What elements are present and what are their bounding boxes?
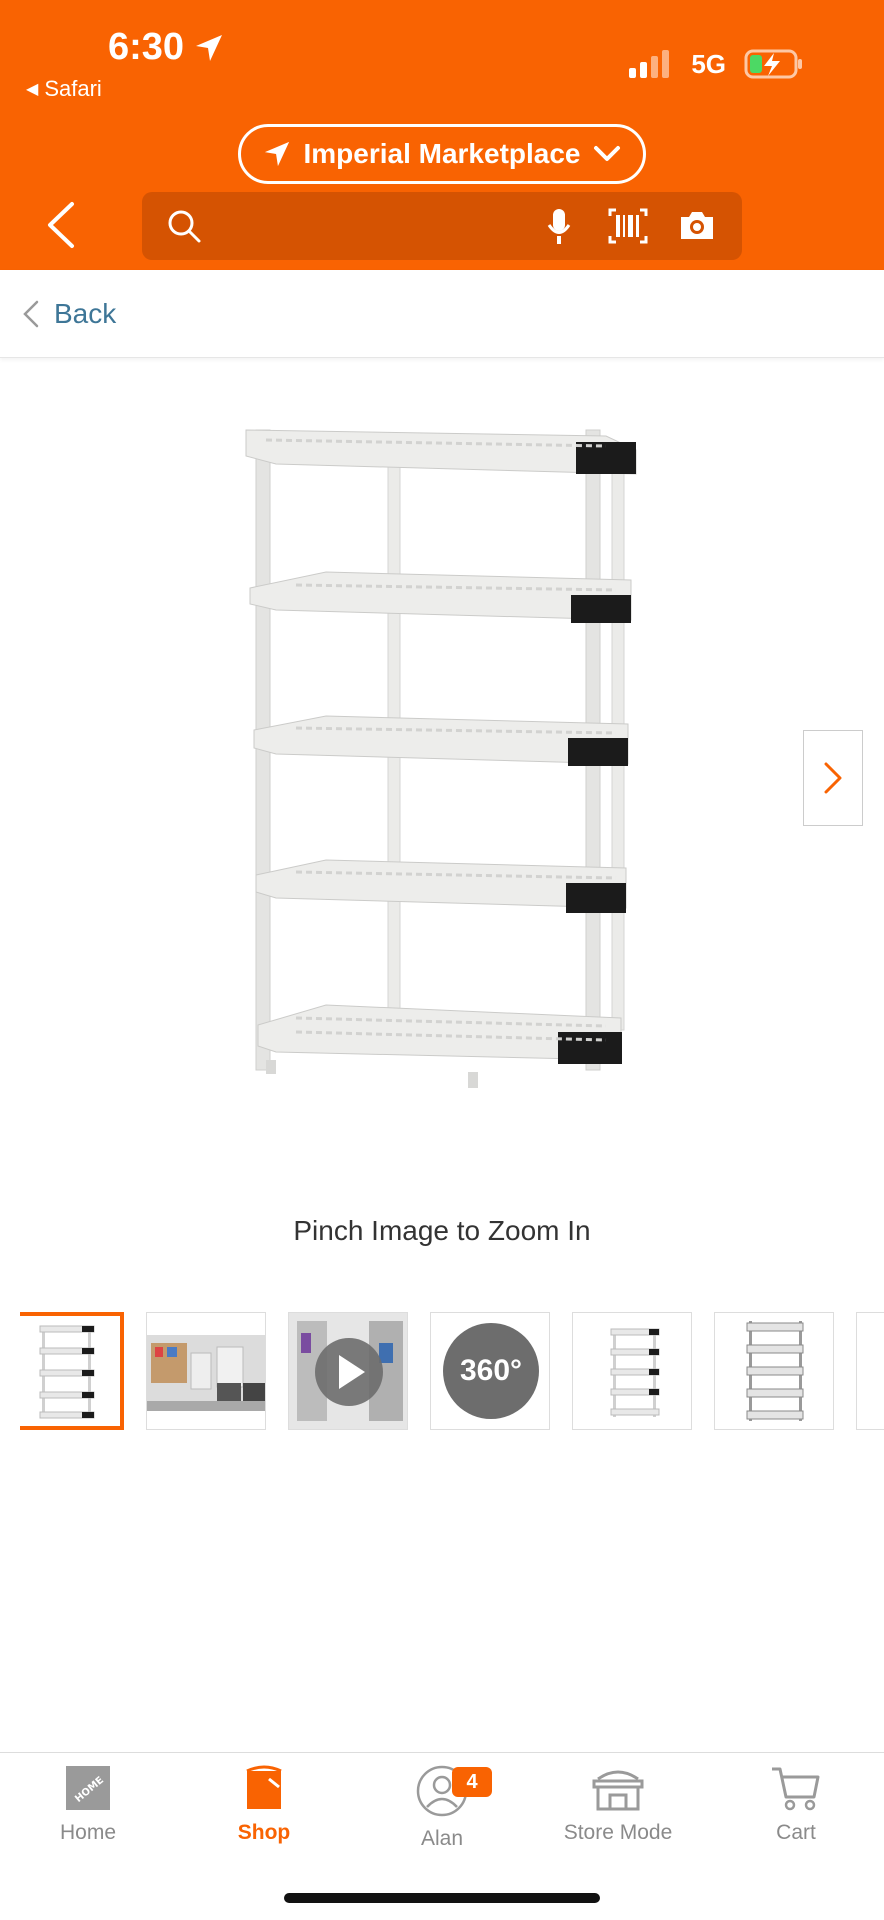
cart-icon	[772, 1767, 820, 1811]
network-label: 5G	[691, 48, 726, 79]
tab-store-mode-label: Store Mode	[563, 1821, 673, 1844]
nav-back-icon[interactable]	[42, 200, 82, 250]
product-image[interactable]	[236, 420, 656, 1160]
back-triangle-icon: ◀	[26, 81, 39, 98]
tab-account[interactable]: 4 Alan	[372, 1765, 512, 1865]
tab-shop-label: Shop	[237, 1821, 291, 1844]
tab-account-label: Alan	[420, 1827, 464, 1850]
back-to-app-link[interactable]: ◀ Safari	[26, 76, 102, 102]
location-arrow-icon	[196, 34, 223, 61]
barcode-scan-icon[interactable]	[608, 208, 648, 244]
home-indicator[interactable]	[284, 1893, 600, 1903]
status-time-label: 6:30	[108, 26, 185, 68]
store-icon	[592, 1770, 644, 1811]
chevron-down-icon	[593, 146, 620, 161]
thumbnail-360[interactable]: 360°	[430, 1312, 550, 1430]
tab-cart[interactable]: Cart	[726, 1765, 866, 1865]
status-time: 6:30	[108, 26, 224, 69]
shelf-thumbnail-icon	[39, 1325, 95, 1419]
thumbnail-strip: 360°	[20, 1312, 884, 1432]
video-thumbnail-icon	[289, 1313, 407, 1429]
battery-charging-icon	[744, 49, 802, 79]
thumbnail-1[interactable]	[20, 1312, 124, 1430]
garage-scene-thumbnail-icon	[147, 1335, 265, 1411]
tab-shop[interactable]: Shop	[194, 1765, 334, 1865]
tab-cart-label: Cart	[776, 1821, 816, 1844]
search-icon	[168, 210, 201, 243]
store-name: Imperial Marketplace	[303, 138, 581, 169]
rotate-360-icon: 360°	[443, 1323, 539, 1419]
search-input[interactable]	[142, 192, 742, 260]
tab-home-label: Home	[59, 1821, 117, 1844]
microphone-icon[interactable]	[546, 208, 572, 246]
next-image-button[interactable]	[803, 730, 863, 826]
shelf-thumbnail-icon	[610, 1328, 660, 1417]
thumbnail-video[interactable]	[288, 1312, 408, 1430]
notification-badge: 4	[452, 1767, 492, 1797]
thumbnail-6[interactable]	[714, 1312, 834, 1430]
app-header: 6:30 ◀ Safari 5G Imperial Marketplace	[0, 0, 884, 270]
bucket-icon	[246, 1765, 282, 1809]
back-link[interactable]: Back	[0, 270, 884, 358]
thumbnail-2[interactable]	[146, 1312, 266, 1430]
chevron-left-icon	[23, 300, 39, 327]
back-link-label: Back	[54, 297, 117, 329]
home-depot-logo-icon: HOME	[66, 1766, 110, 1810]
location-arrow-icon	[265, 141, 290, 167]
zoom-hint: Pinch Image to Zoom In	[293, 1215, 591, 1246]
thumbnail-360-label: 360°	[459, 1354, 523, 1387]
shelf-dimensions-thumbnail-icon	[746, 1321, 804, 1421]
camera-icon[interactable]	[678, 208, 716, 242]
status-indicators: 5G	[629, 48, 804, 80]
store-selector[interactable]: Imperial Marketplace	[238, 124, 646, 184]
signal-icon	[629, 50, 670, 78]
chevron-right-icon	[824, 762, 842, 794]
thumbnail-5[interactable]	[572, 1312, 692, 1430]
thumbnail-7-partial[interactable]	[856, 1312, 884, 1430]
back-to-app-label: Safari	[44, 76, 102, 101]
tab-home[interactable]: HOME Home	[18, 1765, 158, 1865]
tab-store-mode[interactable]: Store Mode	[548, 1765, 688, 1865]
